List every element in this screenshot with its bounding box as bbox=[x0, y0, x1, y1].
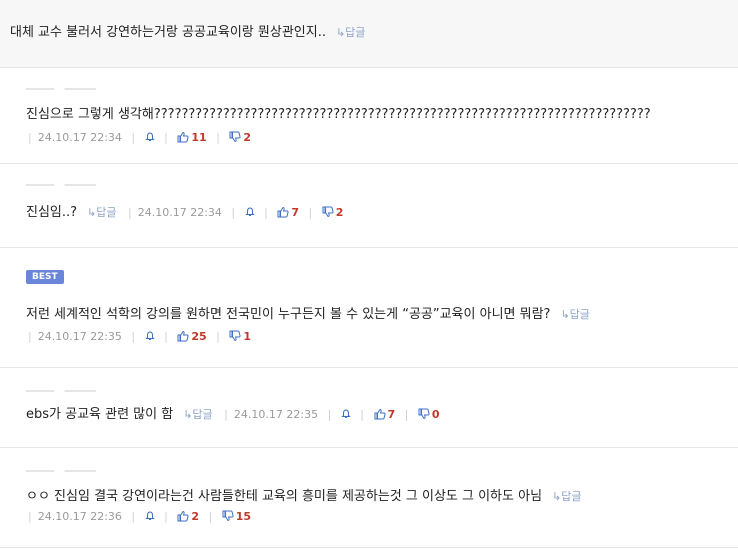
comment-date: 24.10.17 22:35 bbox=[233, 408, 319, 421]
comment-meta: | 24.10.17 22:35 | | 25 | 1 bbox=[28, 330, 252, 343]
comment-text: 대체 교수 불러서 강연하는거랑 공공교육이랑 뭔상관인지.. bbox=[10, 25, 326, 40]
comment-1: 진심으로 그렇게 생각해????????????????????????????… bbox=[0, 68, 738, 164]
thumbs-down-icon[interactable] bbox=[322, 206, 334, 218]
comment-4: ebs가 공교육 관련 많이 함 ↳답글 | 24.10.17 22:35 | | … bbox=[0, 368, 738, 448]
comment-line: 대체 교수 불러서 강연하는거랑 공공교육이랑 뭔상관인지.. ↳답글 bbox=[10, 24, 738, 42]
comment-line: ebs가 공교육 관련 많이 함 ↳답글 | 24.10.17 22:35 | | … bbox=[26, 406, 738, 424]
up-count: 2 bbox=[191, 510, 199, 523]
comment-5: ㅇㅇ 진심임 결국 강연이라는건 사람들한테 교육의 흥미를 제공하는것 그 이… bbox=[0, 448, 738, 548]
comment-text: 진심임..? bbox=[26, 205, 78, 220]
comment-text: ebs가 공교육 관련 많이 함 bbox=[26, 407, 174, 422]
comment-line: ㅇㅇ 진심임 결국 강연이라는건 사람들한테 교육의 흥미를 제공하는것 그 이… bbox=[26, 488, 738, 506]
bell-icon[interactable] bbox=[144, 331, 155, 341]
thumbs-down-icon[interactable] bbox=[222, 510, 234, 522]
author-placeholder bbox=[26, 390, 96, 392]
comment-date: 24.10.17 22:34 bbox=[37, 131, 122, 144]
thumbs-down-icon[interactable] bbox=[229, 131, 241, 143]
reply-link[interactable]: ↳답글 bbox=[183, 408, 212, 421]
thumbs-up-icon[interactable] bbox=[177, 131, 189, 143]
reply-link[interactable]: ↳답글 bbox=[87, 206, 116, 219]
thumbs-up-icon[interactable] bbox=[177, 330, 189, 342]
comment-text: ㅇㅇ 진심임 결국 강연이라는건 사람들한테 교육의 흥미를 제공하는것 그 이… bbox=[26, 489, 543, 504]
author-placeholder bbox=[26, 470, 96, 472]
reply-link[interactable]: ↳답글 bbox=[336, 26, 365, 39]
thumbs-down-icon[interactable] bbox=[418, 408, 430, 420]
reply-link[interactable]: ↳답글 bbox=[560, 308, 589, 321]
bell-icon[interactable] bbox=[341, 409, 351, 419]
bell-icon[interactable] bbox=[244, 207, 255, 217]
comment-date: 24.10.17 22:35 bbox=[37, 330, 122, 343]
down-count: 1 bbox=[243, 330, 252, 343]
comment-line: 저런 세계적인 석학의 강의를 원하면 전국민이 누구든지 볼 수 있는게 “공… bbox=[26, 306, 738, 324]
thumbs-down-icon[interactable] bbox=[229, 330, 241, 342]
comment-meta: | 24.10.17 22:34 | | 7 | 2 bbox=[128, 206, 344, 219]
comment-meta: | 24.10.17 22:34 | | 11 | 2 bbox=[28, 131, 252, 144]
comment-2: 진심임..? ↳답글 | 24.10.17 22:34 | | 7 | 2 bbox=[0, 164, 738, 248]
bell-icon[interactable] bbox=[144, 132, 155, 142]
author-placeholder bbox=[26, 184, 96, 186]
down-count: 2 bbox=[243, 131, 252, 144]
thumbs-up-icon[interactable] bbox=[177, 510, 189, 522]
down-count: 0 bbox=[431, 408, 440, 421]
up-count: 7 bbox=[387, 408, 396, 421]
comment-line: 진심임..? ↳답글 | 24.10.17 22:34 | | 7 | 2 bbox=[26, 204, 738, 222]
thumbs-up-icon[interactable] bbox=[277, 206, 289, 218]
comment-line: 진심으로 그렇게 생각해????????????????????????????… bbox=[26, 106, 738, 124]
down-count: 2 bbox=[335, 206, 344, 219]
comment-text: 저런 세계적인 석학의 강의를 원하면 전국민이 누구든지 볼 수 있는게 “공… bbox=[26, 307, 551, 322]
thumbs-up-icon[interactable] bbox=[374, 408, 386, 420]
comment-text: 진심으로 그렇게 생각해????????????????????????????… bbox=[26, 107, 651, 122]
reply-link[interactable]: ↳답글 bbox=[552, 490, 581, 503]
comment-date: 24.10.17 22:34 bbox=[137, 206, 222, 219]
comment-0: 대체 교수 불러서 강연하는거랑 공공교육이랑 뭔상관인지.. ↳답글 bbox=[0, 0, 738, 68]
best-badge: BEST bbox=[26, 270, 64, 284]
comment-date: 24.10.17 22:36 bbox=[37, 510, 122, 523]
comment-meta: | 24.10.17 22:36 | | 2 | 15 bbox=[28, 510, 252, 523]
bell-icon[interactable] bbox=[144, 511, 155, 521]
up-count: 11 bbox=[191, 131, 207, 144]
up-count: 7 bbox=[291, 206, 300, 219]
comment-3: BEST 저런 세계적인 석학의 강의를 원하면 전국민이 누구든지 볼 수 있… bbox=[0, 248, 738, 368]
down-count: 15 bbox=[235, 510, 252, 523]
comment-meta: | 24.10.17 22:35 | | 7 | 0 bbox=[224, 408, 440, 421]
author-placeholder bbox=[26, 88, 96, 90]
up-count: 25 bbox=[191, 330, 207, 343]
